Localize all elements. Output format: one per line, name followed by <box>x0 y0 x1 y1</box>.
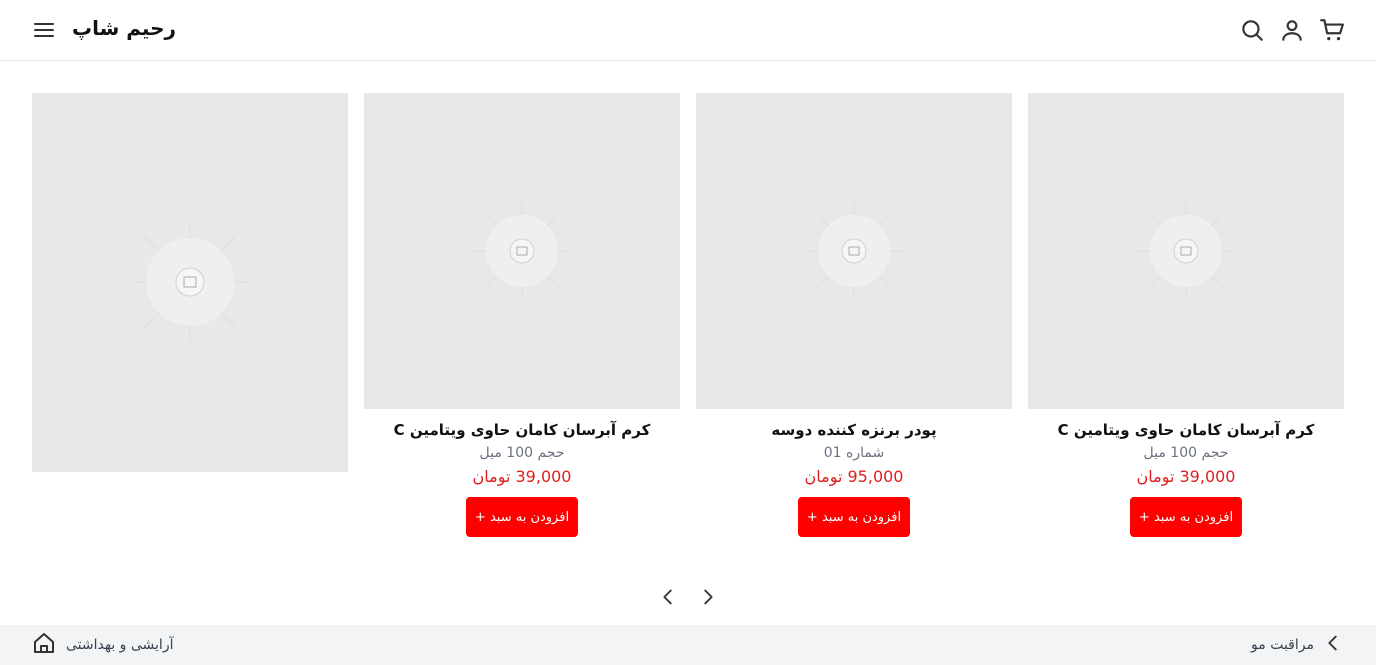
category-bar: آرایشی و بهداشتی مراقبت مو <box>0 625 1376 665</box>
category-link-haircare[interactable]: مراقبت مو <box>1251 633 1344 657</box>
top-header: رحیم شاپ <box>0 0 1376 61</box>
brand-logo[interactable]: رحیم شاپ <box>72 16 176 40</box>
product-card[interactable]: کرم آبرسان کامان حاوی ویتامین C حجم 100 … <box>364 93 680 537</box>
menu-icon[interactable] <box>32 18 56 42</box>
product-card-partial[interactable] <box>32 93 348 472</box>
product-subtitle: شماره 01 <box>823 445 885 461</box>
home-icon <box>32 631 56 659</box>
chevron-left-icon[interactable] <box>657 586 679 608</box>
category-label: مراقبت مو <box>1251 637 1314 653</box>
product-subtitle: حجم 100 میل <box>479 445 565 461</box>
product-image-placeholder[interactable] <box>364 93 680 409</box>
user-icon[interactable] <box>1279 17 1305 43</box>
category-link-cosmetics[interactable]: آرایشی و بهداشتی <box>32 633 173 657</box>
product-title[interactable]: کرم آبرسان کامان حاوی ویتامین C <box>364 419 680 441</box>
add-to-cart-button[interactable]: افزودن به سبد + <box>798 497 910 537</box>
product-card[interactable]: پودر برنزه کننده دوسه شماره 01 95,000 تو… <box>696 93 1012 537</box>
search-icon[interactable] <box>1239 17 1265 43</box>
product-subtitle: حجم 100 میل <box>1143 445 1229 461</box>
chevron-right-icon[interactable] <box>697 586 719 608</box>
chevron-left-icon <box>1322 632 1344 658</box>
product-title[interactable]: پودر برنزه کننده دوسه <box>696 419 1012 441</box>
add-to-cart-button[interactable]: افزودن به سبد + <box>1130 497 1242 537</box>
product-price: 39,000 تومان <box>472 467 572 486</box>
product-image-placeholder[interactable] <box>696 93 1012 409</box>
product-price: 95,000 تومان <box>804 467 904 486</box>
add-to-cart-button[interactable]: افزودن به سبد + <box>466 497 578 537</box>
product-price: 39,000 تومان <box>1136 467 1236 486</box>
product-image-placeholder[interactable] <box>1028 93 1344 409</box>
category-label: آرایشی و بهداشتی <box>66 637 174 653</box>
product-card[interactable]: کرم آبرسان کامان حاوی ویتامین C حجم 100 … <box>1028 93 1344 537</box>
product-image-placeholder[interactable] <box>32 93 348 472</box>
cart-icon[interactable] <box>1319 17 1345 43</box>
product-title[interactable]: کرم آبرسان کامان حاوی ویتامین C <box>1028 419 1344 441</box>
